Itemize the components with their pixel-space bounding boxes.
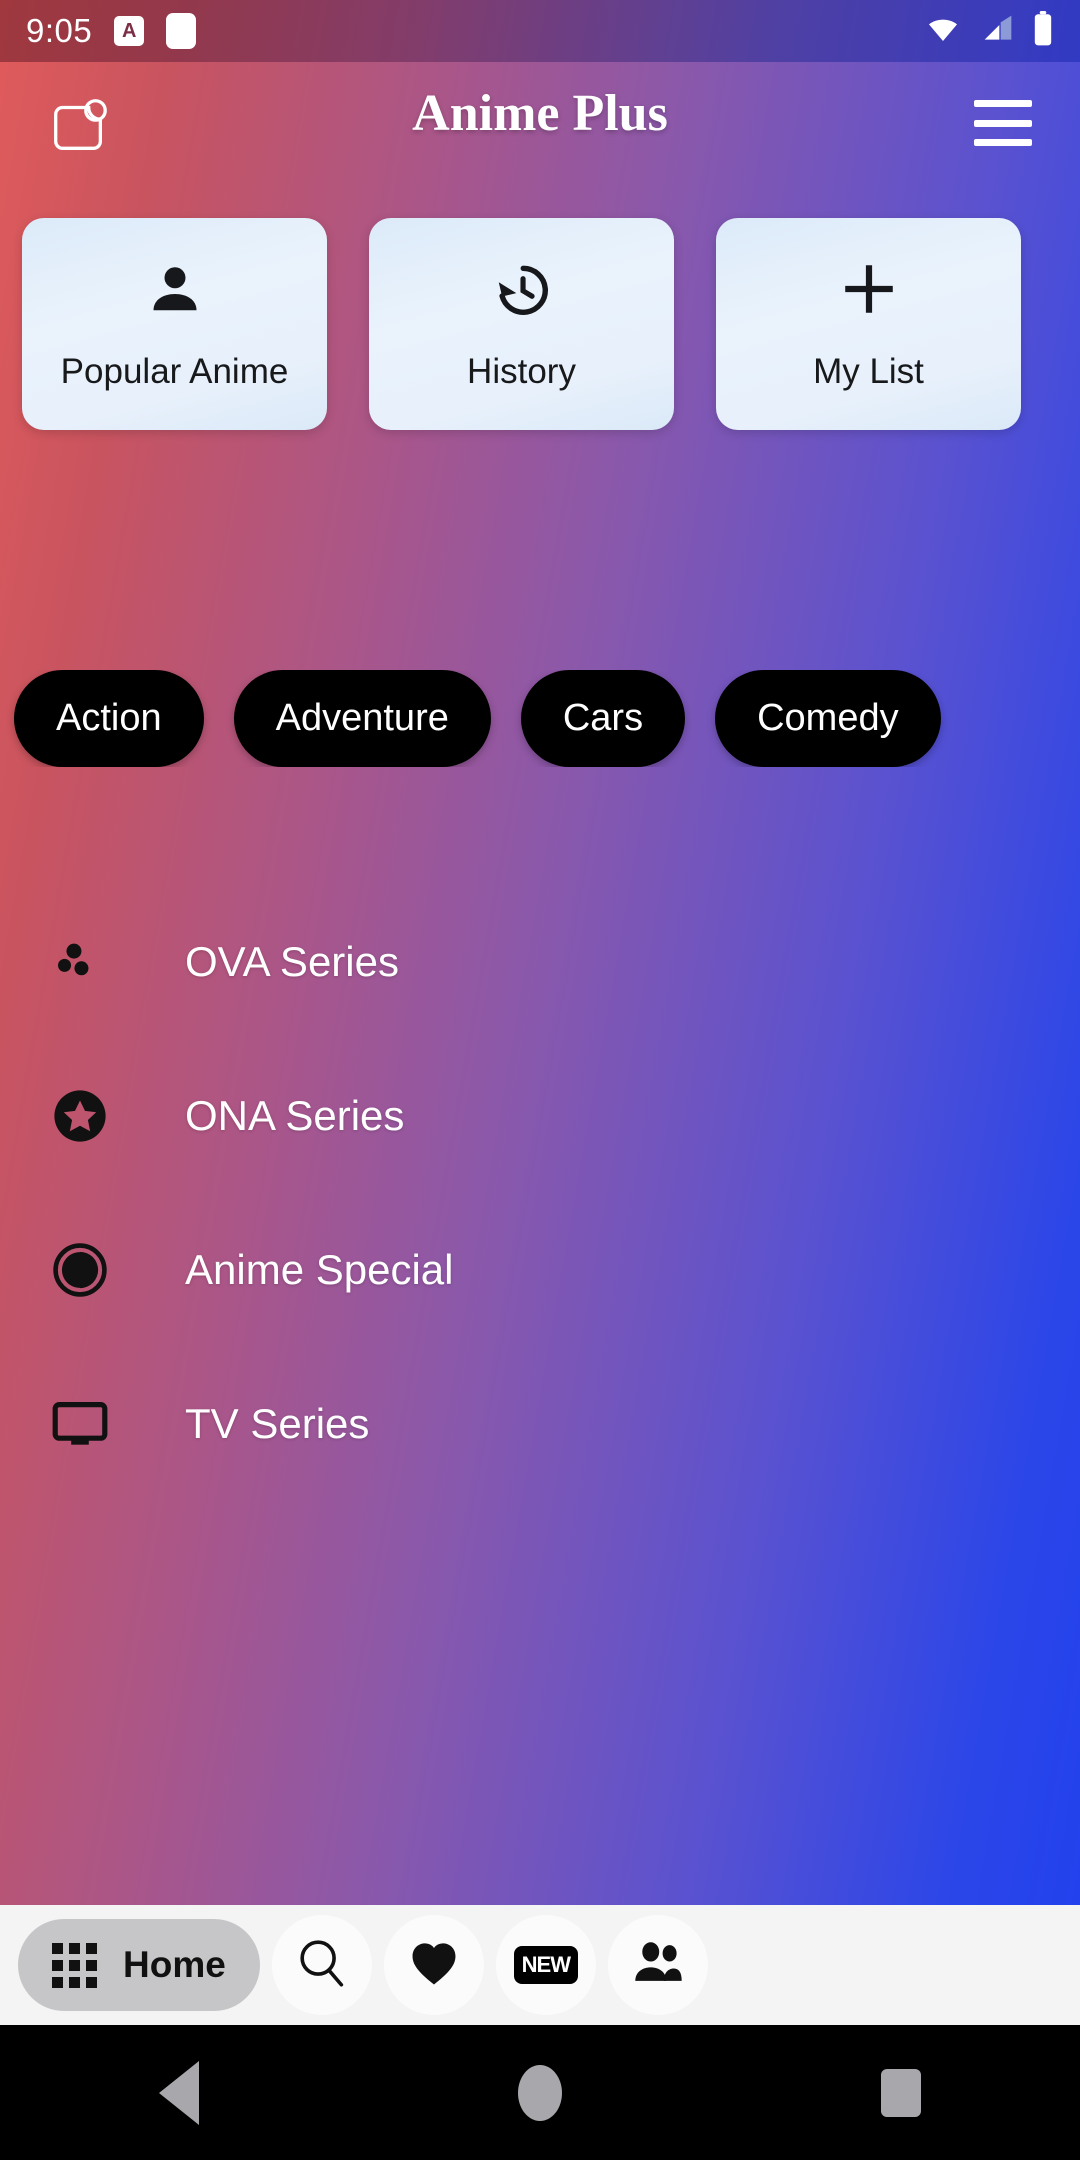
category-row-tv-series[interactable]: TV Series xyxy=(0,1347,1080,1501)
nav-item-favorites[interactable] xyxy=(383,1915,484,2015)
people-icon xyxy=(629,1934,687,1997)
category-label: TV Series xyxy=(185,1400,370,1447)
bottom-navigation-bar: Home NEW xyxy=(0,1905,1080,2025)
notification-square-icon xyxy=(166,13,197,49)
three-dots-scatter-icon xyxy=(40,922,120,1002)
category-row-ona-series[interactable]: ONA Series xyxy=(0,1039,1080,1193)
category-row-ova-series[interactable]: OVA Series xyxy=(0,885,1080,1039)
quick-card-my-list[interactable]: My List xyxy=(716,218,1021,430)
grid-icon xyxy=(52,1942,97,1988)
recents-square-icon[interactable] xyxy=(880,2068,921,2117)
category-label: ONA Series xyxy=(185,1092,405,1139)
nav-item-search[interactable] xyxy=(271,1915,372,2015)
quick-card-history[interactable]: History xyxy=(369,218,674,430)
category-label: Anime Special xyxy=(185,1246,454,1293)
pie-circle-icon xyxy=(40,1230,120,1310)
app-screen: 9:05 A Anime Plus Popular Anime History … xyxy=(0,0,1080,2160)
genre-chip-row[interactable]: Action Adventure Cars Comedy xyxy=(0,670,1080,767)
category-label: OVA Series xyxy=(185,938,399,985)
quick-card-label: My List xyxy=(813,352,924,391)
cellular-signal-icon xyxy=(978,13,1018,50)
genre-chip-action[interactable]: Action xyxy=(14,670,204,767)
new-badge-icon: NEW xyxy=(513,1946,578,1984)
heart-icon xyxy=(406,1935,462,1996)
quick-card-label: History xyxy=(467,352,576,391)
quick-card-label: Popular Anime xyxy=(60,352,289,391)
quick-card-popular-anime[interactable]: Popular Anime xyxy=(22,218,327,430)
category-row-anime-special[interactable]: Anime Special xyxy=(0,1193,1080,1347)
history-clock-icon xyxy=(491,256,553,322)
hamburger-menu-icon[interactable] xyxy=(974,100,1032,146)
genre-chip-comedy[interactable]: Comedy xyxy=(715,670,941,767)
battery-icon xyxy=(1032,10,1054,52)
page-title: Anime Plus xyxy=(412,85,668,142)
television-icon xyxy=(40,1384,120,1464)
back-triangle-icon[interactable] xyxy=(159,2060,200,2125)
genre-chip-cars[interactable]: Cars xyxy=(520,670,686,767)
nav-item-new[interactable]: NEW xyxy=(495,1915,596,2015)
person-icon xyxy=(145,256,205,322)
status-bar: 9:05 A xyxy=(0,0,1080,62)
status-bar-left: 9:05 A xyxy=(26,12,197,50)
nav-item-home[interactable]: Home xyxy=(18,1919,260,2011)
genre-chip-adventure[interactable]: Adventure xyxy=(233,670,491,767)
nav-item-home-label: Home xyxy=(123,1944,226,1985)
a-badge-icon: A xyxy=(114,16,145,46)
plus-icon xyxy=(838,256,900,322)
status-bar-clock: 9:05 xyxy=(26,12,93,49)
app-bar: Anime Plus xyxy=(0,62,1080,182)
android-system-nav xyxy=(0,2025,1080,2160)
wifi-icon xyxy=(922,13,964,50)
star-circle-icon xyxy=(40,1076,120,1156)
status-bar-right xyxy=(922,10,1054,52)
category-list: OVA Series ONA Series Anime Special TV S… xyxy=(0,885,1080,1501)
quick-actions-row: Popular Anime History My List xyxy=(0,218,1080,430)
nav-item-community[interactable] xyxy=(607,1915,708,2015)
home-circle-icon[interactable] xyxy=(517,2064,562,2121)
search-icon xyxy=(293,1934,351,1997)
